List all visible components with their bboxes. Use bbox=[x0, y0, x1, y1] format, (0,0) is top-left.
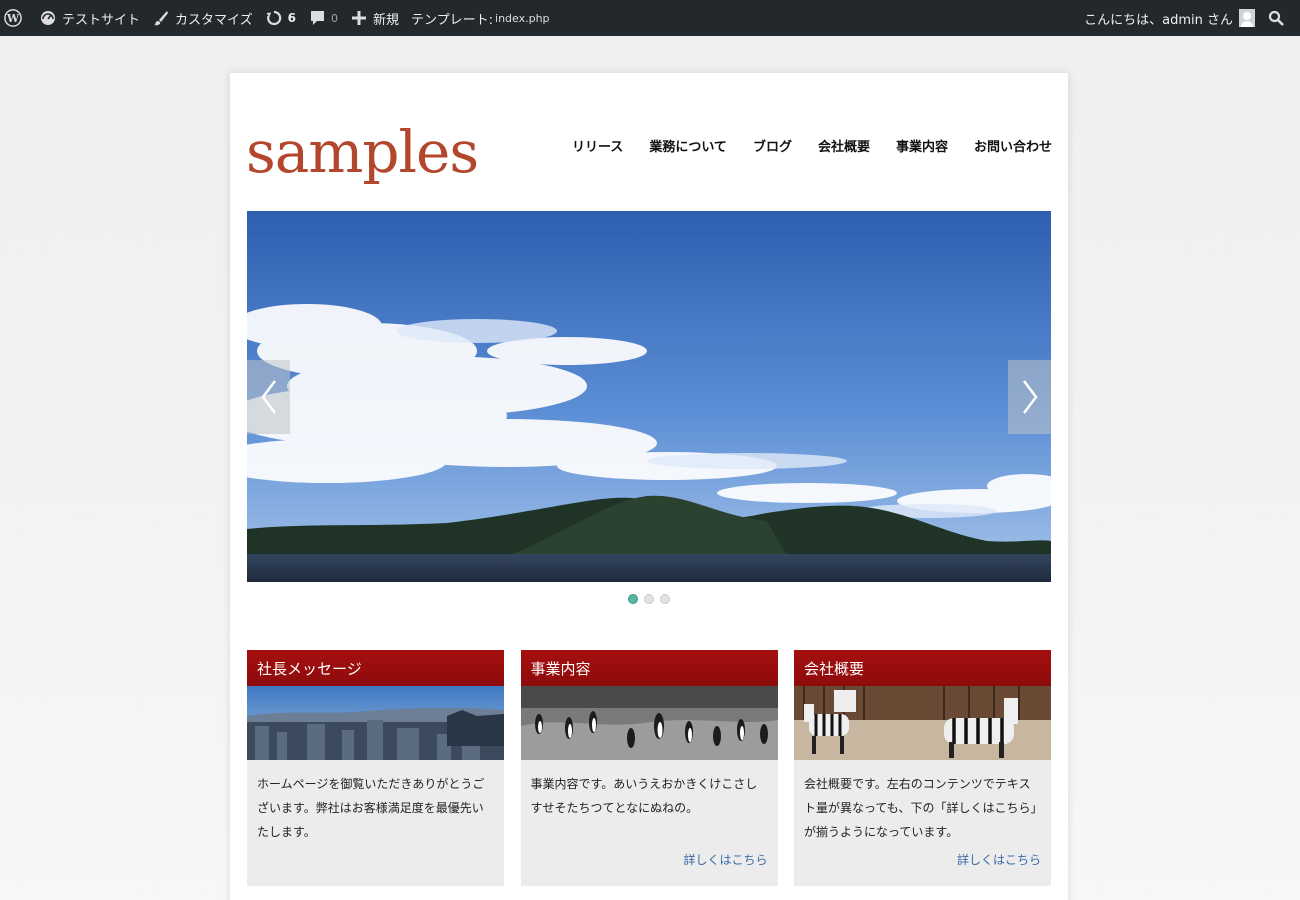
nav-item-release[interactable]: リリース bbox=[572, 136, 623, 155]
hero-slider[interactable] bbox=[247, 211, 1051, 582]
slider-dot-3[interactable] bbox=[660, 594, 670, 604]
svg-text:W: W bbox=[6, 12, 20, 25]
search-button[interactable] bbox=[1261, 0, 1300, 36]
new-content-label: 新規 bbox=[373, 12, 400, 28]
customize-label: カスタマイズ bbox=[175, 12, 253, 28]
admin-bar-right: こんにちは、admin さん bbox=[1078, 0, 1300, 36]
slider-dot-1[interactable] bbox=[628, 594, 638, 604]
nav-item-contact[interactable]: お問い合わせ bbox=[974, 136, 1052, 155]
page-container: samples リリース 業務について ブログ 会社概要 事業内容 お問い合わせ bbox=[230, 73, 1068, 900]
admin-bar: W テストサイト カスタマイズ 6 0 新規 テンプレート: index.php… bbox=[0, 0, 1300, 36]
updates-icon bbox=[265, 9, 283, 27]
feature-cards: 社長メッセージ ホームページを御覧いただきありがとうございます。弊社はお客様満足… bbox=[247, 650, 1051, 886]
card-company: 会社概要 会社概要です。左右のコンテンツでテキスト量が異なっても、下の「詳しくは… bbox=[794, 650, 1051, 886]
card-title: 事業内容 bbox=[520, 650, 778, 686]
admin-bar-left: W テストサイト カスタマイズ 6 0 新規 テンプレート: index.php bbox=[0, 0, 556, 36]
site-name-label: テストサイト bbox=[62, 12, 141, 28]
zebras-image bbox=[794, 686, 1051, 760]
card-title: 会社概要 bbox=[794, 650, 1051, 686]
penguins-image bbox=[520, 686, 778, 760]
city-image bbox=[247, 686, 504, 760]
nav-item-company[interactable]: 会社概要 bbox=[818, 136, 870, 155]
card-more-link[interactable]: 詳しくはこちら bbox=[957, 851, 1041, 868]
comments-link[interactable]: 0 bbox=[302, 0, 344, 36]
updates-link[interactable]: 6 bbox=[259, 0, 302, 36]
search-icon bbox=[1267, 9, 1285, 27]
template-info[interactable]: テンプレート: index.php bbox=[405, 0, 556, 36]
brush-icon bbox=[152, 9, 170, 27]
slider-next-button[interactable] bbox=[1008, 360, 1051, 434]
site-name-link[interactable]: テストサイト bbox=[33, 0, 146, 36]
my-account-link[interactable]: こんにちは、admin さん bbox=[1078, 0, 1261, 36]
updates-count: 6 bbox=[287, 11, 296, 25]
card-text: 事業内容です。あいうえおかきくけこさしすせそたちつてとなにぬねの。 bbox=[530, 777, 758, 815]
wordpress-logo-button[interactable]: W bbox=[0, 0, 33, 36]
card-president-message: 社長メッセージ ホームページを御覧いただきありがとうございます。弊社はお客様満足… bbox=[247, 650, 504, 886]
greeting-label: こんにちは、admin さん bbox=[1084, 12, 1233, 28]
card-text: ホームページを御覧いただきありがとうございます。弊社はお客様満足度を最優先いたし… bbox=[257, 777, 485, 839]
card-text: 会社概要です。左右のコンテンツでテキスト量が異なっても、下の「詳しくはこちら」が… bbox=[804, 777, 1037, 839]
slider-prev-button[interactable] bbox=[247, 360, 290, 434]
plus-icon bbox=[350, 9, 368, 27]
chevron-right-icon bbox=[1022, 380, 1038, 414]
template-value: index.php bbox=[495, 11, 550, 25]
avatar bbox=[1239, 9, 1255, 27]
card-title: 社長メッセージ bbox=[247, 650, 504, 686]
dashboard-icon bbox=[39, 9, 57, 27]
site-logo[interactable]: samples bbox=[246, 123, 479, 181]
new-content-link[interactable]: 新規 bbox=[344, 0, 405, 36]
template-label: テンプレート: bbox=[411, 12, 494, 28]
nav-item-blog[interactable]: ブログ bbox=[753, 136, 792, 155]
nav-item-services[interactable]: 事業内容 bbox=[896, 136, 948, 155]
main-nav: リリース 業務について ブログ 会社概要 事業内容 お問い合わせ bbox=[546, 136, 1052, 155]
comment-icon bbox=[308, 9, 326, 27]
slider-pagination bbox=[230, 594, 1068, 604]
card-more-link[interactable]: 詳しくはこちら bbox=[683, 851, 767, 868]
comments-count: 0 bbox=[331, 11, 338, 25]
chevron-left-icon bbox=[260, 380, 276, 414]
nav-item-business[interactable]: 業務について bbox=[649, 136, 727, 155]
wordpress-icon: W bbox=[4, 9, 22, 27]
customize-link[interactable]: カスタマイズ bbox=[146, 0, 259, 36]
slider-dot-2[interactable] bbox=[644, 594, 654, 604]
card-services: 事業内容 事業内容です。あいうえおかきくけこさしすせそたちつてとなにぬねの。 詳… bbox=[520, 650, 778, 886]
slide-image bbox=[247, 211, 1051, 582]
